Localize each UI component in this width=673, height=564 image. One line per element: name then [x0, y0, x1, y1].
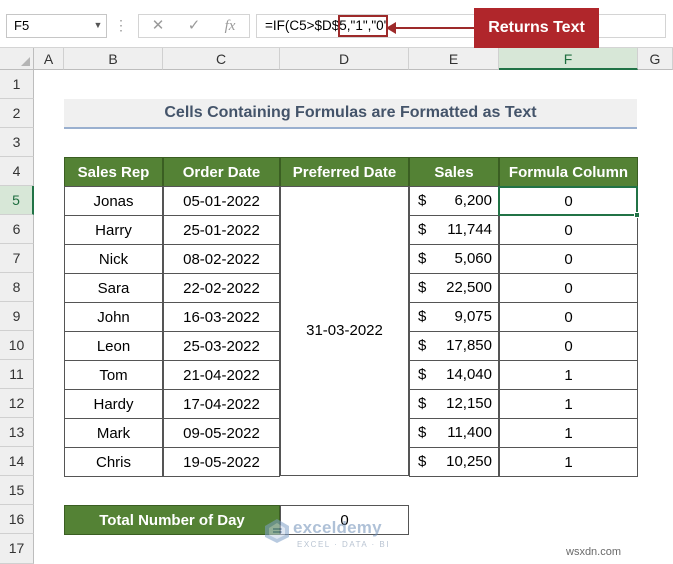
row-header-5[interactable]: 5	[0, 186, 34, 215]
header-sales[interactable]: Sales	[409, 157, 499, 187]
sales-amount: 6,200	[454, 192, 492, 209]
formula-buttons: ✕ ✓ fx	[138, 14, 250, 38]
order-date-cell[interactable]: 16-03-2022	[163, 302, 280, 332]
row-header-3[interactable]: 3	[0, 128, 34, 157]
order-date-cell[interactable]: 22-02-2022	[163, 273, 280, 303]
watermark-name: exceldemy	[293, 518, 382, 537]
enter-icon[interactable]: ✓	[179, 15, 209, 37]
preferred-date-cell[interactable]: 31-03-2022	[280, 186, 409, 476]
row-header-17[interactable]: 17	[0, 534, 34, 564]
column-header-g[interactable]: G	[638, 48, 673, 70]
fill-handle[interactable]	[634, 212, 640, 218]
order-date-cell[interactable]: 21-04-2022	[163, 360, 280, 390]
formula-cell[interactable]: 0	[499, 244, 638, 274]
formula-cell[interactable]: 1	[499, 360, 638, 390]
column-header-f[interactable]: F	[499, 48, 638, 70]
chevron-down-icon[interactable]: ▼	[92, 17, 104, 33]
sales-amount: 9,075	[454, 308, 492, 325]
select-all-icon	[21, 57, 30, 66]
sales-rep-cell[interactable]: Leon	[64, 331, 163, 361]
row-header-16[interactable]: 16	[0, 505, 34, 534]
formula-cell[interactable]: 1	[499, 418, 638, 448]
header-preferred-date[interactable]: Preferred Date	[280, 157, 409, 187]
site-credit: wsxdn.com	[566, 546, 622, 558]
column-header-a[interactable]: A	[34, 48, 64, 70]
column-header-d[interactable]: D	[280, 48, 409, 70]
row-header-2[interactable]: 2	[0, 99, 34, 128]
exceldemy-logo-icon	[265, 519, 289, 543]
sales-rep-cell[interactable]: Jonas	[64, 186, 163, 216]
header-sales-rep[interactable]: Sales Rep	[64, 157, 163, 187]
order-date-cell[interactable]: 05-01-2022	[163, 186, 280, 216]
sales-amount: 11,744	[447, 221, 492, 238]
formula-cell[interactable]: 0	[499, 215, 638, 245]
formula-cell[interactable]: 0	[499, 273, 638, 303]
header-formula-column[interactable]: Formula Column	[499, 157, 638, 187]
more-options-icon[interactable]: ⋮	[114, 14, 128, 38]
row-header-7[interactable]: 7	[0, 244, 34, 273]
callout-label: Returns Text	[474, 8, 599, 48]
sales-amount: 5,060	[454, 250, 492, 267]
row-header-9[interactable]: 9	[0, 302, 34, 331]
order-date-cell[interactable]: 25-03-2022	[163, 331, 280, 361]
cancel-icon[interactable]: ✕	[143, 15, 173, 37]
sales-rep-cell[interactable]: Tom	[64, 360, 163, 390]
sales-amount: 11,400	[447, 424, 492, 441]
arrow-left-icon	[386, 22, 396, 34]
formula-cell[interactable]: 1	[499, 389, 638, 419]
row-header-15[interactable]: 15	[0, 476, 34, 505]
column-header-b[interactable]: B	[64, 48, 163, 70]
formula-cell[interactable]: 1	[499, 447, 638, 477]
order-date-cell[interactable]: 17-04-2022	[163, 389, 280, 419]
callout-arrow-line	[392, 27, 474, 29]
sheet-title[interactable]: Cells Containing Formulas are Formatted …	[64, 99, 637, 129]
order-date-cell[interactable]: 09-05-2022	[163, 418, 280, 448]
sales-amount: 17,850	[446, 337, 492, 354]
sales-rep-cell[interactable]: John	[64, 302, 163, 332]
active-cell-border	[498, 186, 638, 216]
formula-cell[interactable]: 0	[499, 302, 638, 332]
row-header-11[interactable]: 11	[0, 360, 34, 389]
sales-amount: 12,150	[446, 395, 492, 412]
sales-rep-cell[interactable]: Sara	[64, 273, 163, 303]
formula-cell[interactable]: 0	[499, 331, 638, 361]
highlight-box	[338, 15, 388, 37]
order-date-cell[interactable]: 25-01-2022	[163, 215, 280, 245]
row-header-14[interactable]: 14	[0, 447, 34, 476]
row-header-4[interactable]: 4	[0, 157, 34, 186]
formula-part-1: =IF(C5>$D$5	[265, 18, 347, 33]
total-label[interactable]: Total Number of Day	[64, 505, 280, 535]
header-order-date[interactable]: Order Date	[163, 157, 280, 187]
sales-amount: 10,250	[446, 453, 492, 470]
column-header-e[interactable]: E	[409, 48, 499, 70]
sales-rep-cell[interactable]: Harry	[64, 215, 163, 245]
row-header-10[interactable]: 10	[0, 331, 34, 360]
sales-amount: 14,040	[446, 366, 492, 383]
sales-amount: 22,500	[446, 279, 492, 296]
sales-rep-cell[interactable]: Nick	[64, 244, 163, 274]
column-header-c[interactable]: C	[163, 48, 280, 70]
row-header-1[interactable]: 1	[0, 70, 34, 99]
formula-input[interactable]: =IF(C5>$D$5,"1","0"	[256, 14, 666, 38]
watermark-tagline: EXCEL · DATA · BI	[297, 540, 390, 549]
order-date-cell[interactable]: 08-02-2022	[163, 244, 280, 274]
sales-rep-cell[interactable]: Hardy	[64, 389, 163, 419]
row-header-6[interactable]: 6	[0, 215, 34, 244]
sales-rep-cell[interactable]: Mark	[64, 418, 163, 448]
sales-rep-cell[interactable]: Chris	[64, 447, 163, 477]
name-box-value: F5	[14, 18, 30, 33]
insert-function-icon[interactable]: fx	[215, 15, 245, 37]
order-date-cell[interactable]: 19-05-2022	[163, 447, 280, 477]
watermark: exceldemy EXCEL · DATA · BI	[264, 518, 409, 558]
row-header-13[interactable]: 13	[0, 418, 34, 447]
row-header-8[interactable]: 8	[0, 273, 34, 302]
row-header-12[interactable]: 12	[0, 389, 34, 418]
